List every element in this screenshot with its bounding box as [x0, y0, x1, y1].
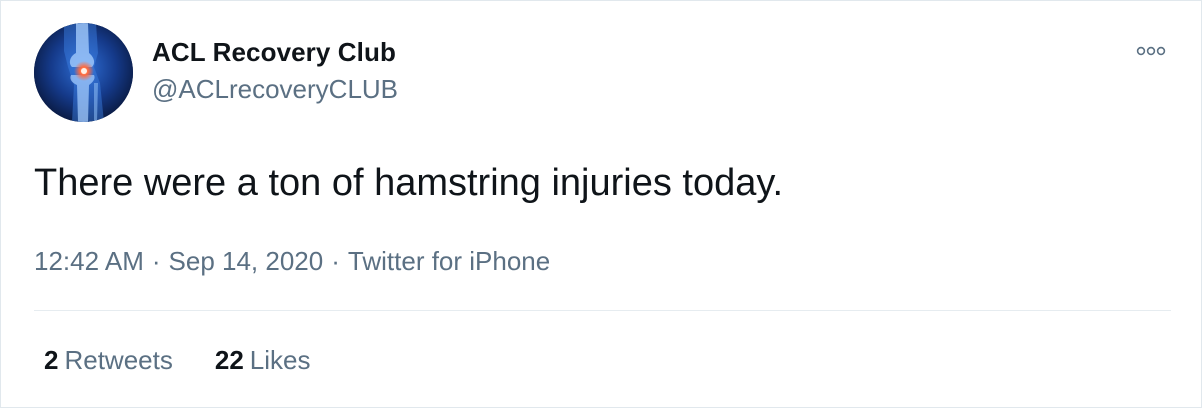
- tweet-date[interactable]: Sep 14, 2020: [169, 246, 324, 276]
- retweets-label: Retweets: [64, 345, 173, 375]
- tweet-source[interactable]: Twitter for iPhone: [348, 246, 550, 276]
- divider: [34, 310, 1171, 311]
- likes-count: 22: [214, 345, 244, 375]
- tweet-meta: 12:42 AM · Sep 14, 2020 · Twitter for iPhone: [34, 244, 550, 278]
- meta-separator: ·: [151, 246, 161, 276]
- tweet-card: ACL Recovery Club @ACLrecoveryCLUB There…: [0, 0, 1202, 408]
- tweet-stats: 2 Retweets 22 Likes: [44, 343, 352, 377]
- retweets-stat[interactable]: 2 Retweets: [44, 343, 173, 377]
- tweet-text: There were a ton of hamstring injuries t…: [34, 162, 784, 204]
- author-display-name[interactable]: ACL Recovery Club: [152, 35, 398, 69]
- author-block: ACL Recovery Club @ACLrecoveryCLUB: [152, 35, 398, 106]
- meta-separator: ·: [331, 246, 340, 276]
- likes-stat[interactable]: 22 Likes: [215, 343, 311, 377]
- more-options-button[interactable]: [1131, 39, 1171, 63]
- knee-joint-icon: [34, 23, 133, 122]
- more-options-icon: [1136, 46, 1166, 56]
- tweet-time[interactable]: 12:42 AM: [34, 246, 144, 276]
- retweets-count: 2: [44, 345, 59, 375]
- avatar[interactable]: [34, 23, 133, 122]
- author-handle[interactable]: @ACLrecoveryCLUB: [152, 72, 398, 106]
- likes-label: Likes: [249, 345, 311, 375]
